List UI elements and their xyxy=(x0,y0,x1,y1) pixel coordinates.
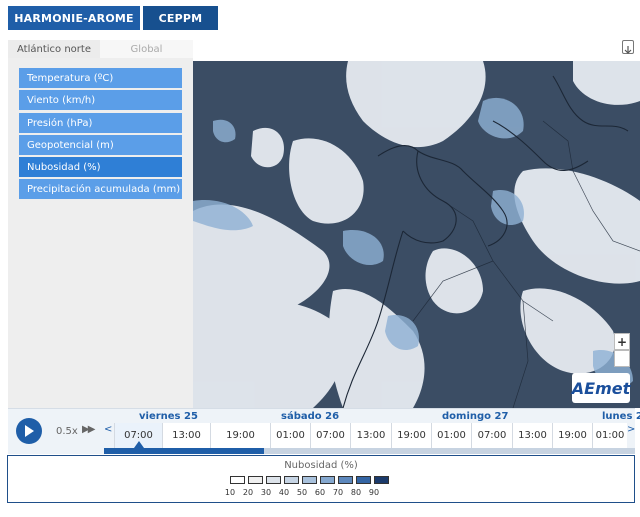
legend: Nubosidad (%) 10 20 30 40 50 60 70 80 90 xyxy=(7,455,635,503)
download-icon[interactable] xyxy=(622,40,634,54)
time-slot[interactable]: 13:00 xyxy=(512,423,552,448)
timeline-progress-fill xyxy=(104,448,264,454)
legend-swatch xyxy=(248,476,263,484)
time-slot[interactable]: 07:00 xyxy=(310,423,350,448)
legend-tick-label: 40 xyxy=(278,488,290,497)
zoom-out-button[interactable] xyxy=(614,350,630,367)
legend-tick-label: 70 xyxy=(332,488,344,497)
variable-button-presion[interactable]: Presión (hPa) xyxy=(19,113,182,133)
time-slot[interactable]: 07:00 xyxy=(471,423,512,448)
legend-tick-label: 80 xyxy=(350,488,362,497)
time-pointer xyxy=(134,441,144,448)
day-label-viernes: viernes 25 xyxy=(139,411,198,422)
day-label-domingo: domingo 27 xyxy=(442,411,509,422)
aemet-logo: AEmet xyxy=(572,373,630,403)
legend-tick-label: 90 xyxy=(368,488,380,497)
variable-panel: Temperatura (ºC) Viento (km/h) Presión (… xyxy=(8,58,193,408)
time-slot[interactable]: 19:00 xyxy=(391,423,431,448)
variable-button-nubosidad[interactable]: Nubosidad (%) xyxy=(19,157,182,177)
zoom-in-button[interactable]: + xyxy=(614,333,630,350)
tab-atlantico-norte[interactable]: Atlántico norte xyxy=(8,40,100,58)
time-slot[interactable]: 01:00 xyxy=(431,423,471,448)
legend-swatch xyxy=(374,476,389,484)
legend-swatch xyxy=(284,476,299,484)
time-slot[interactable]: 19:00 xyxy=(552,423,592,448)
speed-label[interactable]: 0.5x xyxy=(56,426,78,437)
timeline: 0.5x ▶▶ < > viernes 25 sábado 26 domingo… xyxy=(8,408,640,454)
time-slot[interactable]: 01:00 xyxy=(270,423,310,448)
variable-button-geopotencial[interactable]: Geopotencial (m) xyxy=(19,135,182,155)
legend-tick-label: 10 xyxy=(224,488,236,497)
model-button-harmonie[interactable]: HARMONIE-AROME xyxy=(8,6,140,30)
timeline-next-arrow[interactable]: > xyxy=(627,424,635,435)
fast-forward-icon[interactable]: ▶▶ xyxy=(82,424,95,435)
page: HARMONIE-AROME CEPPM Atlántico norte Glo… xyxy=(0,0,640,517)
legend-swatch xyxy=(356,476,371,484)
legend-tick-label: 60 xyxy=(314,488,326,497)
legend-tick-label: 50 xyxy=(296,488,308,497)
variable-button-viento[interactable]: Viento (km/h) xyxy=(19,90,182,110)
legend-swatch xyxy=(266,476,281,484)
day-label-lunes: lunes 28 xyxy=(602,411,640,422)
legend-swatch xyxy=(302,476,317,484)
model-button-ceppm[interactable]: CEPPM xyxy=(143,6,218,30)
variable-button-temperatura[interactable]: Temperatura (ºC) xyxy=(19,68,182,88)
day-label-sabado: sábado 26 xyxy=(281,411,340,422)
play-button[interactable] xyxy=(16,418,42,444)
variable-button-precipitacion[interactable]: Precipitación acumulada (mm) xyxy=(19,179,182,199)
legend-swatch xyxy=(320,476,335,484)
legend-swatch xyxy=(230,476,245,484)
time-slot[interactable]: 19:00 xyxy=(210,423,270,448)
legend-swatch xyxy=(338,476,353,484)
play-icon xyxy=(25,425,34,437)
time-slot[interactable]: 13:00 xyxy=(350,423,391,448)
timeline-prev-arrow[interactable]: < xyxy=(104,424,112,435)
time-slot[interactable]: 01:00 xyxy=(592,423,627,448)
legend-tick-label: 30 xyxy=(260,488,272,497)
time-slot[interactable]: 13:00 xyxy=(162,423,210,448)
tab-global[interactable]: Global xyxy=(100,40,193,58)
weather-map[interactable] xyxy=(193,61,640,408)
legend-title: Nubosidad (%) xyxy=(284,460,358,471)
legend-tick-label: 20 xyxy=(242,488,254,497)
